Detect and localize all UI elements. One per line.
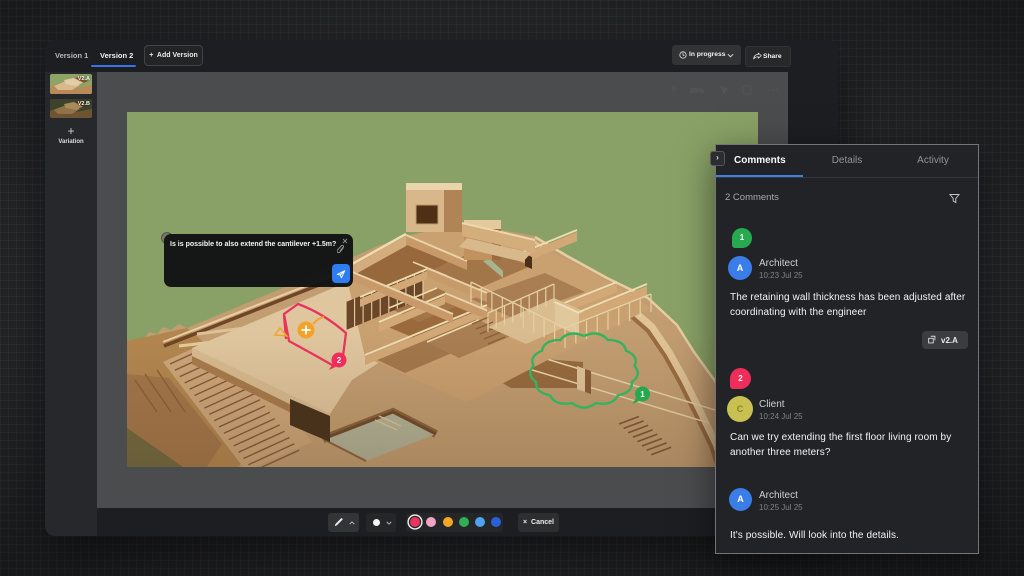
svg-text:1: 1 bbox=[640, 390, 645, 399]
svg-text:2: 2 bbox=[337, 356, 342, 365]
svg-text:85%: 85% bbox=[690, 88, 705, 95]
